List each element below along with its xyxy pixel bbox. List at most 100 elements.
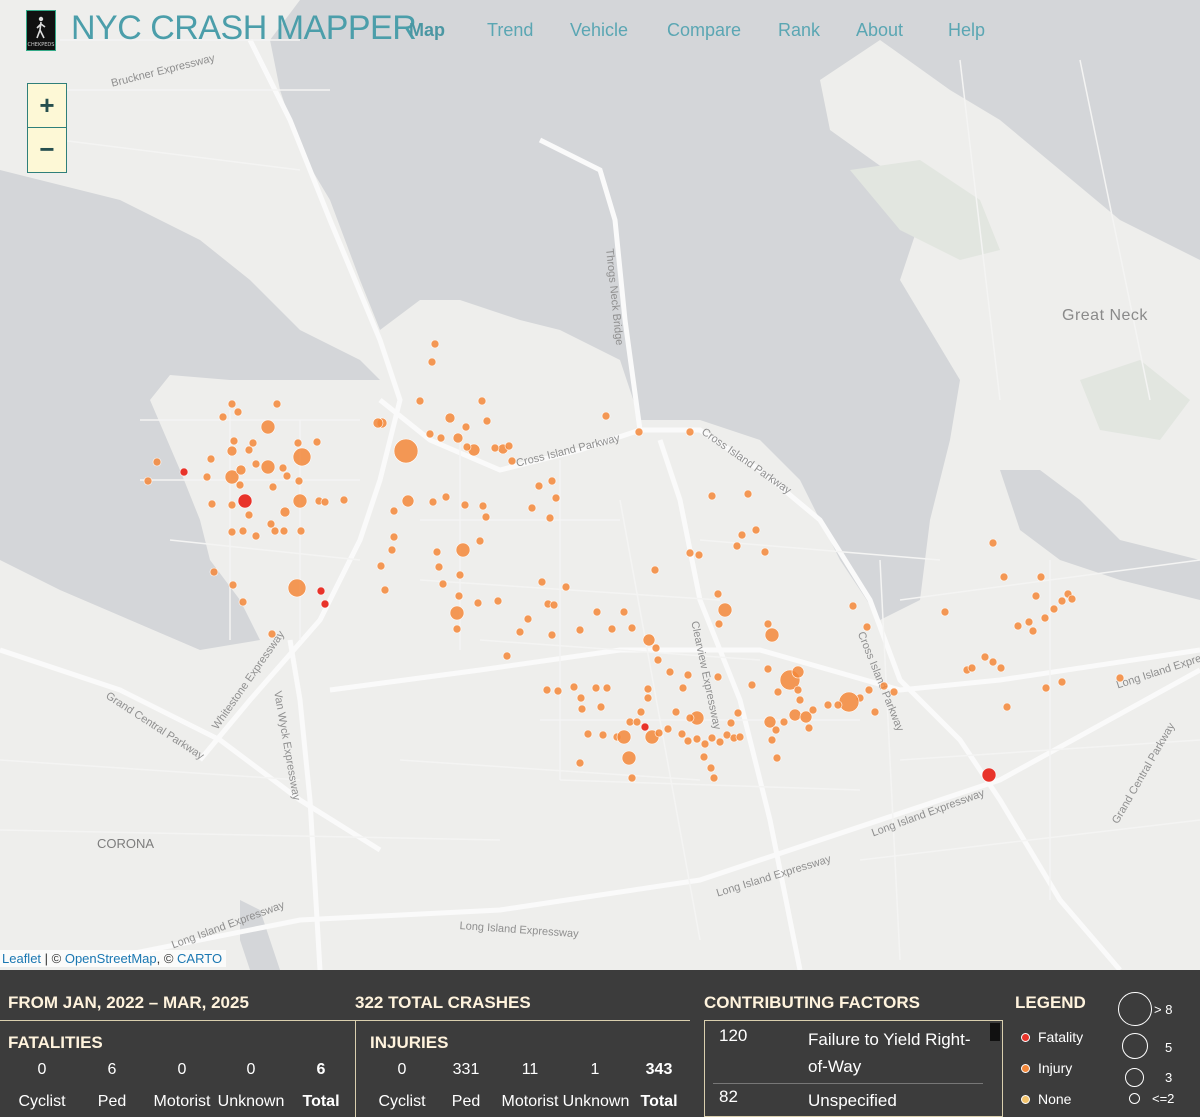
injury-crash-marker[interactable] xyxy=(430,339,440,349)
injury-crash-marker[interactable] xyxy=(279,506,291,518)
injury-crash-marker[interactable] xyxy=(438,579,448,589)
injury-crash-marker[interactable] xyxy=(601,411,611,421)
fatality-crash-marker[interactable] xyxy=(981,767,997,783)
injury-crash-marker[interactable] xyxy=(864,685,874,695)
injury-crash-marker[interactable] xyxy=(940,607,950,617)
fatality-crash-marker[interactable] xyxy=(179,467,189,477)
fatality-crash-marker[interactable] xyxy=(640,722,650,732)
injury-crash-marker[interactable] xyxy=(621,750,637,766)
injury-crash-marker[interactable] xyxy=(692,734,702,744)
injury-crash-marker[interactable] xyxy=(235,464,247,476)
injury-crash-marker[interactable] xyxy=(1024,617,1034,627)
injury-crash-marker[interactable] xyxy=(651,643,661,653)
injury-crash-marker[interactable] xyxy=(733,708,743,718)
injury-crash-marker[interactable] xyxy=(1028,626,1038,636)
injury-crash-marker[interactable] xyxy=(889,687,899,697)
injury-crash-marker[interactable] xyxy=(545,513,555,523)
injury-crash-marker[interactable] xyxy=(747,680,757,690)
injury-crash-marker[interactable] xyxy=(493,596,503,606)
injury-crash-marker[interactable] xyxy=(678,683,688,693)
injury-crash-marker[interactable] xyxy=(227,527,237,537)
injury-crash-marker[interactable] xyxy=(788,708,802,722)
injury-crash-marker[interactable] xyxy=(460,500,470,510)
injury-crash-marker[interactable] xyxy=(272,399,282,409)
injury-crash-marker[interactable] xyxy=(561,582,571,592)
injury-crash-marker[interactable] xyxy=(270,526,280,536)
injury-crash-marker[interactable] xyxy=(454,591,464,601)
injury-crash-marker[interactable] xyxy=(527,503,537,513)
injury-crash-marker[interactable] xyxy=(292,447,312,467)
injury-crash-marker[interactable] xyxy=(515,627,525,637)
injury-crash-marker[interactable] xyxy=(870,707,880,717)
factors-scrollbar[interactable] xyxy=(990,1023,1000,1041)
injury-crash-marker[interactable] xyxy=(477,396,487,406)
injury-crash-marker[interactable] xyxy=(772,753,782,763)
injury-crash-marker[interactable] xyxy=(996,663,1006,673)
osm-link[interactable]: OpenStreetMap xyxy=(65,951,157,966)
injury-crash-marker[interactable] xyxy=(233,407,243,417)
injury-crash-marker[interactable] xyxy=(235,480,245,490)
injury-crash-marker[interactable] xyxy=(279,526,289,536)
injury-crash-marker[interactable] xyxy=(683,736,693,746)
injury-crash-marker[interactable] xyxy=(838,691,860,713)
injury-crash-marker[interactable] xyxy=(389,532,399,542)
injury-crash-marker[interactable] xyxy=(1041,683,1051,693)
injury-crash-marker[interactable] xyxy=(238,597,248,607)
injury-crash-marker[interactable] xyxy=(1036,572,1046,582)
injury-crash-marker[interactable] xyxy=(707,733,717,743)
injury-crash-marker[interactable] xyxy=(771,725,781,735)
injury-crash-marker[interactable] xyxy=(591,683,601,693)
fatality-crash-marker[interactable] xyxy=(320,599,330,609)
injury-crash-marker[interactable] xyxy=(260,419,276,435)
fatality-crash-marker[interactable] xyxy=(316,586,326,596)
injury-crash-marker[interactable] xyxy=(449,605,465,621)
injury-crash-marker[interactable] xyxy=(268,482,278,492)
injury-crash-marker[interactable] xyxy=(452,432,464,444)
injury-crash-marker[interactable] xyxy=(436,433,446,443)
injury-crash-marker[interactable] xyxy=(387,545,397,555)
injury-crash-marker[interactable] xyxy=(260,459,276,475)
injury-crash-marker[interactable] xyxy=(267,629,277,639)
injury-crash-marker[interactable] xyxy=(988,657,998,667)
injury-crash-marker[interactable] xyxy=(980,652,990,662)
injury-crash-marker[interactable] xyxy=(143,476,153,486)
injury-crash-marker[interactable] xyxy=(296,526,306,536)
injury-crash-marker[interactable] xyxy=(627,623,637,633)
injury-crash-marker[interactable] xyxy=(444,412,456,424)
injury-crash-marker[interactable] xyxy=(1031,591,1041,601)
injury-crash-marker[interactable] xyxy=(293,438,303,448)
injury-crash-marker[interactable] xyxy=(287,578,307,598)
injury-crash-marker[interactable] xyxy=(643,684,653,694)
injury-crash-marker[interactable] xyxy=(967,663,977,673)
injury-crash-marker[interactable] xyxy=(706,763,716,773)
injury-crash-marker[interactable] xyxy=(461,422,471,432)
injury-crash-marker[interactable] xyxy=(227,399,237,409)
injury-crash-marker[interactable] xyxy=(389,506,399,516)
injury-crash-marker[interactable] xyxy=(726,718,736,728)
carto-link[interactable]: CARTO xyxy=(177,951,222,966)
injury-crash-marker[interactable] xyxy=(767,735,777,745)
injury-crash-marker[interactable] xyxy=(833,700,843,710)
injury-crash-marker[interactable] xyxy=(713,672,723,682)
injury-crash-marker[interactable] xyxy=(455,570,465,580)
injury-crash-marker[interactable] xyxy=(432,547,442,557)
injury-crash-marker[interactable] xyxy=(401,494,415,508)
injury-crash-marker[interactable] xyxy=(665,667,675,677)
injury-crash-marker[interactable] xyxy=(547,630,557,640)
zoom-out-button[interactable]: − xyxy=(28,127,66,171)
injury-crash-marker[interactable] xyxy=(685,548,695,558)
injury-crash-marker[interactable] xyxy=(502,651,512,661)
injury-crash-marker[interactable] xyxy=(152,457,162,467)
injury-crash-marker[interactable] xyxy=(542,685,552,695)
injury-crash-marker[interactable] xyxy=(823,700,833,710)
injury-crash-marker[interactable] xyxy=(751,525,761,535)
injury-crash-marker[interactable] xyxy=(292,493,308,509)
injury-crash-marker[interactable] xyxy=(206,454,216,464)
injury-crash-marker[interactable] xyxy=(576,693,586,703)
injury-crash-marker[interactable] xyxy=(455,542,471,558)
injury-crash-marker[interactable] xyxy=(427,357,437,367)
injury-crash-marker[interactable] xyxy=(1115,673,1125,683)
injury-crash-marker[interactable] xyxy=(760,547,770,557)
injury-crash-marker[interactable] xyxy=(642,633,656,647)
injury-crash-marker[interactable] xyxy=(282,471,292,481)
